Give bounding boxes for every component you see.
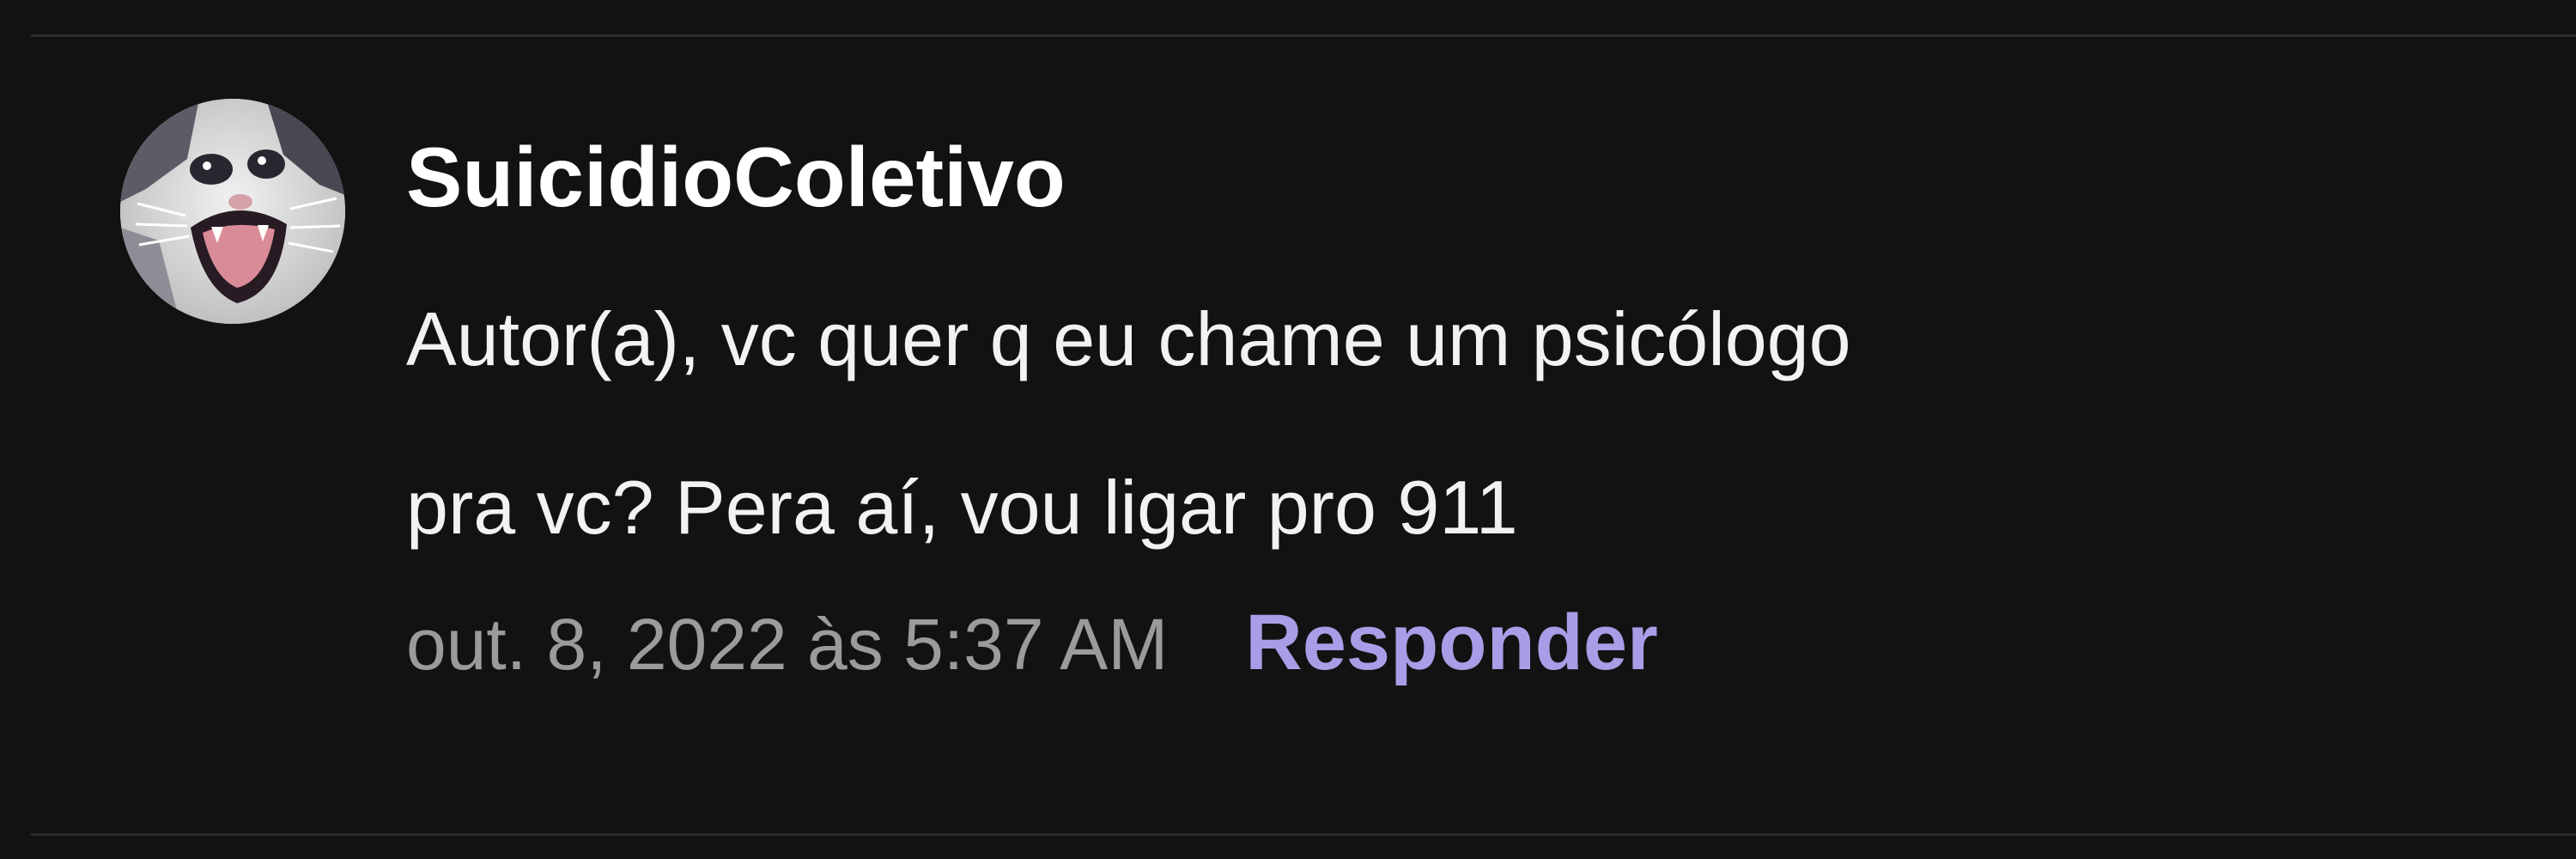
comment-meta: out. 8, 2022 às 5:37 AM Responder <box>406 595 2501 691</box>
comment-content: SuicidioColetivo Autor(a), vc quer q eu … <box>406 125 2501 691</box>
comment-card: SuicidioColetivo Autor(a), vc quer q eu … <box>0 0 2576 859</box>
comment-text: Autor(a), vc quer q eu chame um psicólog… <box>406 255 2501 592</box>
timestamp: out. 8, 2022 às 5:37 AM <box>406 604 1169 685</box>
avatar[interactable] <box>120 99 345 324</box>
username[interactable]: SuicidioColetivo <box>406 125 2501 229</box>
comment-text-line: Autor(a), vc quer q eu chame um psicólog… <box>406 296 1851 381</box>
top-divider <box>31 34 2576 37</box>
bottom-divider <box>31 833 2576 836</box>
crying-cat-avatar-image <box>120 99 345 324</box>
comment-text-line: pra vc? Pera aí, vou ligar pro 911 <box>406 465 1518 550</box>
reply-button[interactable]: Responder <box>1245 595 1658 690</box>
